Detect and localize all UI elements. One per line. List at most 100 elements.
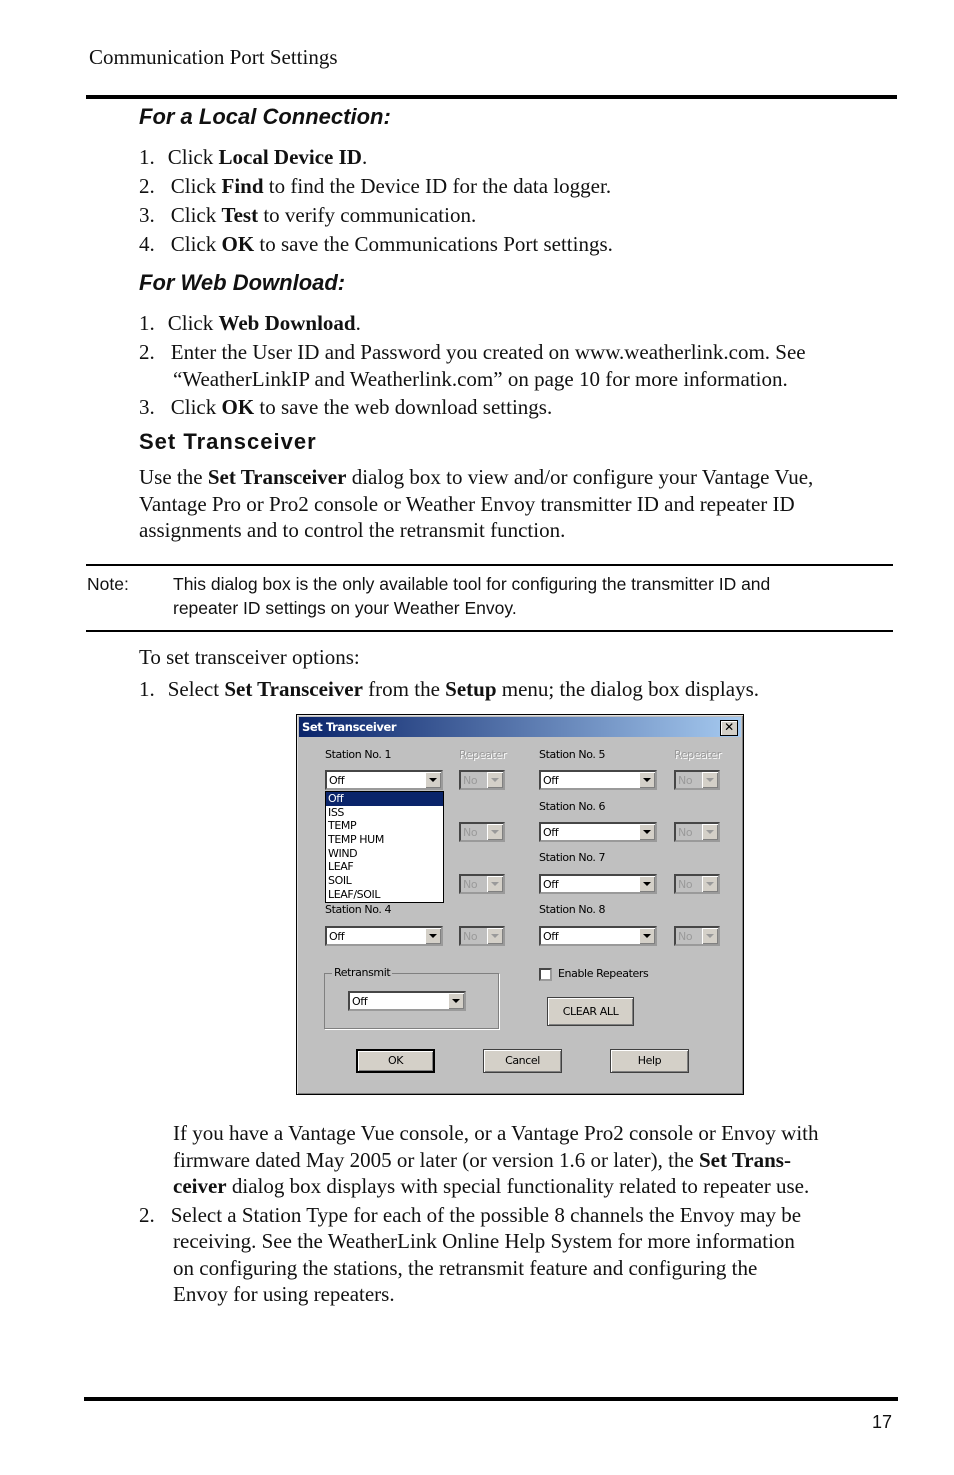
station-1-label: Station No. 1 [325, 748, 392, 761]
station-5-label: Station No. 5 [539, 748, 606, 761]
item-text: Click [170, 395, 222, 419]
station-type-dropdown-list[interactable]: Off ISS TEMP TEMP HUM WIND LEAF SOIL LEA… [325, 791, 444, 903]
dropdown-option[interactable]: SOIL [326, 874, 443, 888]
heading-local: For a Local Connection: [139, 104, 391, 129]
select-value: No [678, 774, 693, 787]
chevron-down-icon[interactable] [639, 876, 655, 892]
station-8-select[interactable]: Off [539, 926, 657, 946]
enable-repeaters-label[interactable]: Enable Repeaters [558, 967, 649, 980]
text: Select a Station Type for each of the po… [170, 1203, 802, 1227]
text: Use the [139, 465, 208, 489]
set-transceiver-dialog: Set Transceiver ✕ Station No. 1 Repeater… [296, 714, 744, 1095]
note-label: Note: [87, 574, 129, 594]
station-2-repeater-select: No [459, 822, 505, 842]
steps-intro: To set transceiver options: [139, 645, 360, 669]
item-number: 1. [139, 677, 155, 701]
item-number: 1. [139, 311, 155, 335]
chevron-down-icon[interactable] [425, 772, 441, 788]
list-item: 2. Select a Station Type for each of the … [139, 1202, 801, 1229]
item-text: Click [170, 232, 222, 256]
station-8-repeater-select: No [674, 926, 720, 946]
ok-button[interactable]: OK [356, 1049, 435, 1073]
divider [86, 564, 893, 566]
item-bold: OK [221, 395, 255, 419]
close-icon[interactable]: ✕ [720, 720, 738, 736]
select-value: Off [543, 774, 559, 787]
list-item: 4. Click OK to save the Communications Po… [139, 231, 613, 258]
select-value: No [463, 930, 478, 943]
chevron-down-icon [702, 824, 718, 840]
item-text: . [361, 145, 368, 169]
item-text: Click [167, 311, 219, 335]
paragraph-line: Use the Set Transceiver dialog box to vi… [139, 464, 813, 491]
chevron-down-icon[interactable] [448, 993, 464, 1009]
text-bold: Setup [445, 677, 497, 701]
station-3-repeater-select: No [459, 874, 505, 894]
item-text: to save the web download settings. [254, 395, 553, 419]
paragraph-line: Envoy for using repeaters. [173, 1282, 395, 1306]
dropdown-option[interactable]: WIND [326, 847, 443, 861]
text-bold: ceiver [173, 1174, 227, 1198]
select-value: Off [543, 878, 559, 891]
paragraph-line: ceiver dialog box displays with special … [173, 1173, 809, 1200]
help-button[interactable]: Help [610, 1049, 689, 1073]
chevron-down-icon[interactable] [639, 772, 655, 788]
station-4-select[interactable]: Off [325, 926, 443, 946]
divider [84, 1397, 898, 1401]
chevron-down-icon [487, 928, 503, 944]
retransmit-select[interactable]: Off [348, 991, 466, 1011]
station-6-select[interactable]: Off [539, 822, 657, 842]
enable-repeaters-checkbox[interactable] [539, 968, 552, 981]
dropdown-option[interactable]: TEMP HUM [326, 833, 443, 847]
list-item: 1. Click Web Download. [139, 310, 361, 337]
chevron-down-icon [487, 772, 503, 788]
dropdown-option[interactable]: TEMP [326, 819, 443, 833]
chevron-down-icon[interactable] [639, 928, 655, 944]
item-number: 3. [139, 395, 155, 419]
list-item: 3. Click OK to save the web download sett… [139, 394, 552, 421]
station-1-select[interactable]: Off [325, 770, 443, 790]
station-5-select[interactable]: Off [539, 770, 657, 790]
dropdown-option[interactable]: LEAF/SOIL [326, 888, 443, 902]
select-value: No [463, 826, 478, 839]
select-value: Off [329, 930, 345, 943]
list-item: 2. Click Find to find the Device ID for t… [139, 173, 611, 200]
dialog-title: Set Transceiver [302, 720, 397, 734]
item-text: to find the Device ID for the data logge… [263, 174, 612, 198]
station-4-label: Station No. 4 [325, 903, 392, 916]
chevron-down-icon [702, 876, 718, 892]
paragraph-line: receiving. See the WeatherLink Online He… [173, 1229, 795, 1253]
station-1-repeater-select: No [459, 770, 505, 790]
item-number: 1. [139, 145, 155, 169]
list-item: 1. Click Local Device ID. [139, 144, 367, 171]
select-value: No [678, 826, 693, 839]
chevron-down-icon[interactable] [425, 928, 441, 944]
dropdown-option[interactable]: ISS [326, 806, 443, 820]
paragraph-line: Vantage Pro or Pro2 console or Weather E… [139, 492, 795, 516]
chevron-down-icon [487, 824, 503, 840]
clear-all-button[interactable]: CLEAR ALL [547, 997, 634, 1026]
text: firmware dated May 2005 or later (or ver… [173, 1148, 699, 1172]
chevron-down-icon [487, 876, 503, 892]
item-bold: Find [221, 174, 264, 198]
divider [86, 630, 893, 632]
dropdown-option[interactable]: Off [326, 792, 443, 806]
item-number: 2. [139, 1203, 155, 1227]
text: dialog box to view and/or configure your… [346, 465, 814, 489]
chevron-down-icon[interactable] [639, 824, 655, 840]
select-value: No [678, 930, 693, 943]
dropdown-option[interactable]: LEAF [326, 860, 443, 874]
cancel-button[interactable]: Cancel [483, 1049, 562, 1073]
item-text: Click [170, 203, 222, 227]
text: Select [167, 677, 225, 701]
heading-set-transceiver: Set Transceiver [139, 429, 317, 454]
list-item: 1. Select Set Transceiver from the Setup … [139, 676, 759, 703]
item-number: 3. [139, 203, 155, 227]
station-7-select[interactable]: Off [539, 874, 657, 894]
paragraph-line: If you have a Vantage Vue console, or a … [173, 1121, 819, 1145]
heading-web: For Web Download: [139, 270, 346, 295]
item-text: Enter the User ID and Password you creat… [170, 340, 806, 364]
chevron-down-icon [702, 928, 718, 944]
item-text-continued: “WeatherLinkIP and Weatherlink.com” on p… [173, 367, 788, 391]
text: menu; the dialog box displays. [496, 677, 759, 701]
